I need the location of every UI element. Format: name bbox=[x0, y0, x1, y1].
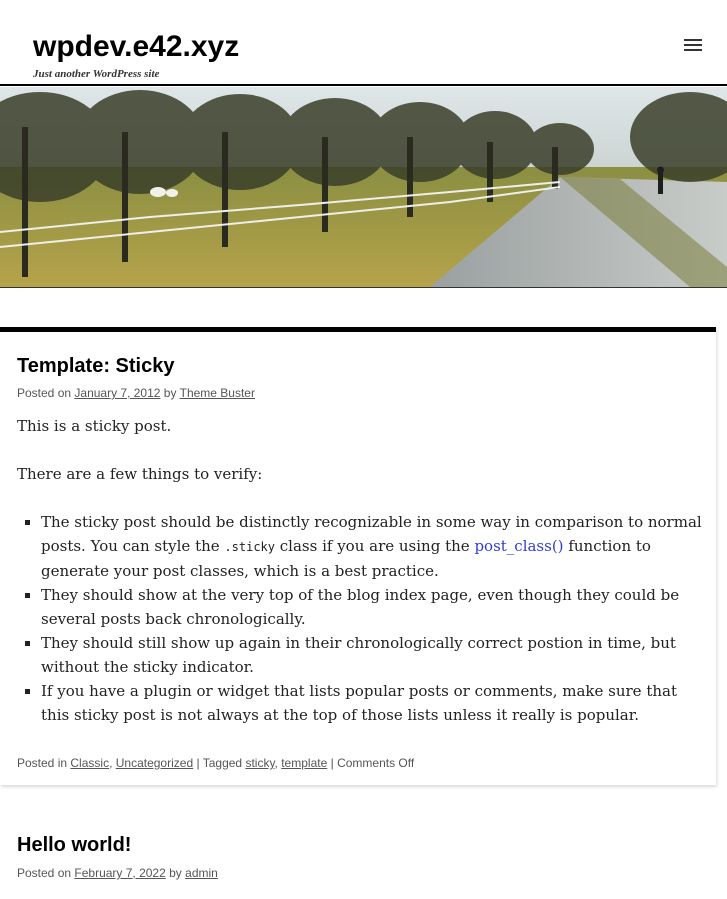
separator: | bbox=[330, 756, 334, 770]
tagged-label: Tagged bbox=[202, 756, 243, 770]
post-author-link[interactable]: Theme Buster bbox=[180, 386, 255, 400]
post-date-link[interactable]: February 7, 2022 bbox=[74, 866, 165, 880]
post-title[interactable]: Template: Sticky bbox=[17, 353, 174, 379]
post-date-link[interactable]: January 7, 2012 bbox=[74, 386, 160, 400]
site-title[interactable]: wpdev.e42.xyz bbox=[33, 28, 239, 66]
separator: | bbox=[196, 756, 200, 770]
post-title[interactable]: Hello world! bbox=[17, 832, 131, 858]
menu-toggle-button[interactable] bbox=[680, 33, 706, 57]
site-description: Just another WordPress site bbox=[33, 68, 160, 80]
post-class-link[interactable]: post_class() bbox=[474, 537, 563, 555]
site-header: wpdev.e42.xyz Just another WordPress sit… bbox=[0, 0, 727, 86]
posted-on-label: Posted on bbox=[17, 386, 72, 400]
by-label: by bbox=[163, 386, 177, 400]
post-content: This is a sticky post. There are a few t… bbox=[17, 414, 702, 727]
list-item: They should show at the very top of the … bbox=[41, 583, 702, 631]
comments-status: Comments Off bbox=[337, 756, 415, 770]
sticky-post: Template: Sticky Posted on January 7, 20… bbox=[0, 327, 716, 785]
posted-on-label: Posted on bbox=[17, 866, 72, 880]
category-link[interactable]: Classic bbox=[70, 756, 109, 770]
list-item: They should still show up again in their… bbox=[41, 631, 702, 679]
post-meta: Posted on January 7, 2012 by Theme Buste… bbox=[17, 385, 255, 401]
by-label: by bbox=[169, 866, 182, 880]
tag-link[interactable]: sticky bbox=[245, 756, 274, 770]
checklist: The sticky post should be distinctly rec… bbox=[17, 510, 702, 727]
list-item: The sticky post should be distinctly rec… bbox=[41, 510, 702, 583]
list-item: If you have a plugin or widget that list… bbox=[41, 679, 702, 727]
inline-code: .sticky bbox=[224, 540, 275, 554]
post-footer: Posted in Classic, Uncategorized | Tagge… bbox=[17, 756, 415, 770]
tag-link[interactable]: template bbox=[281, 756, 327, 770]
post-meta: Posted on February 7, 2022 by admin bbox=[17, 865, 218, 881]
paragraph: This is a sticky post. bbox=[17, 417, 172, 435]
paragraph: There are a few things to verify: bbox=[17, 465, 263, 483]
post-author-link[interactable]: admin bbox=[185, 866, 218, 880]
posted-in-label: Posted in bbox=[17, 756, 68, 770]
category-link[interactable]: Uncategorized bbox=[116, 756, 193, 770]
header-image bbox=[0, 87, 727, 288]
header-image-graphic bbox=[0, 87, 727, 287]
